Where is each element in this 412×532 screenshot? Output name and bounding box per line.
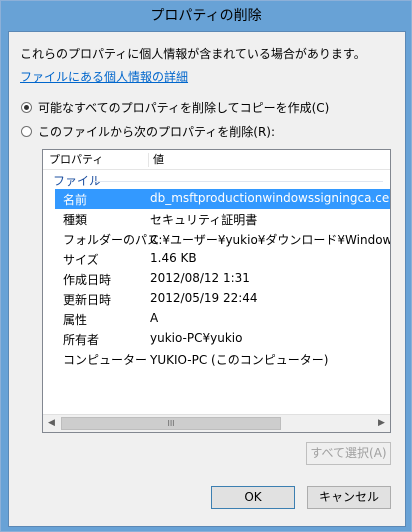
scroll-thumb[interactable]: III xyxy=(61,417,281,430)
dialog-body: これらのプロパティに個人情報が含まれている場合があります。 ファイルにある個人情… xyxy=(8,31,406,527)
table-row[interactable]: サイズ 1.46 KB xyxy=(55,249,390,269)
property-value: YUKIO-PC (このコンピューター) xyxy=(150,353,329,367)
column-header-property[interactable]: プロパティ xyxy=(49,150,103,169)
option-label-copy[interactable]: 可能なすべてのプロパティを削除してコピーを作成(C) xyxy=(38,99,329,116)
table-row[interactable]: 所有者 yukio-PC¥yukio xyxy=(55,329,390,349)
property-value: A xyxy=(150,311,159,325)
property-value: C:¥ユーザー¥yukio¥ダウンロード¥Windows8-R xyxy=(150,233,391,247)
property-name: サイズ xyxy=(63,253,99,267)
radio-remove-selected[interactable] xyxy=(21,126,32,137)
group-divider xyxy=(93,181,383,182)
property-name: 種類 xyxy=(63,213,88,227)
window-title: プロパティの削除 xyxy=(150,8,262,24)
table-row[interactable]: 種類 セキュリティ証明書 xyxy=(55,209,390,229)
property-name: 所有者 xyxy=(63,333,100,347)
column-header-value[interactable]: 値 xyxy=(153,150,164,169)
table-row[interactable]: フォルダーのパスC:¥ユーザー¥yukio¥ダウンロード¥Windows8-R xyxy=(55,229,390,249)
ok-button[interactable]: OK xyxy=(211,486,295,509)
table-row[interactable]: 更新日時 2012/05/19 22:44 xyxy=(55,289,390,309)
radio-remove-all-copy[interactable] xyxy=(21,102,32,113)
select-all-button[interactable]: すべて選択(A) xyxy=(306,442,391,465)
intro-text: これらのプロパティに個人情報が含まれている場合があります。 xyxy=(20,47,366,61)
property-name: 属性 xyxy=(63,313,88,327)
horizontal-scrollbar[interactable]: ◀ III ▶ xyxy=(43,414,390,432)
property-name: フォルダーのパス xyxy=(63,233,160,247)
property-value: yukio-PC¥yukio xyxy=(150,331,243,345)
property-value: 2012/08/12 1:31 xyxy=(150,271,250,285)
property-list[interactable]: プロパティ 値 ファイル 名前 db_msftproductionwindowss… xyxy=(42,149,391,433)
details-link[interactable]: ファイルにある個人情報の詳細 xyxy=(20,68,188,85)
property-value: 2012/05/19 22:44 xyxy=(150,291,258,305)
cancel-button[interactable]: キャンセル xyxy=(307,486,391,509)
property-name: コンピューター xyxy=(63,353,148,367)
property-name: 作成日時 xyxy=(63,273,112,287)
list-header: プロパティ 値 xyxy=(43,150,390,170)
property-value: 1.46 KB xyxy=(150,251,197,265)
chevron-right-icon[interactable]: ▶ xyxy=(373,415,390,432)
dialog-window: プロパティの削除 これらのプロパティに個人情報が含まれている場合があります。 フ… xyxy=(0,0,412,532)
column-divider[interactable] xyxy=(148,153,149,167)
table-row[interactable]: 名前 db_msftproductionwindowssigningca.cer xyxy=(55,189,390,209)
table-row[interactable]: コンピューター YUKIO-PC (このコンピューター) xyxy=(55,349,390,369)
table-row[interactable]: 属性 A xyxy=(55,309,390,329)
chevron-left-icon[interactable]: ◀ xyxy=(43,415,60,432)
property-name: 更新日時 xyxy=(63,293,112,307)
option-label-remove[interactable]: このファイルから次のプロパティを削除(R): xyxy=(38,123,275,140)
property-value: セキュリティ証明書 xyxy=(150,213,258,227)
property-value: db_msftproductionwindowssigningca.cer xyxy=(150,191,391,205)
property-name: 名前 xyxy=(63,193,88,207)
table-row[interactable]: 作成日時 2012/08/12 1:31 xyxy=(55,269,390,289)
